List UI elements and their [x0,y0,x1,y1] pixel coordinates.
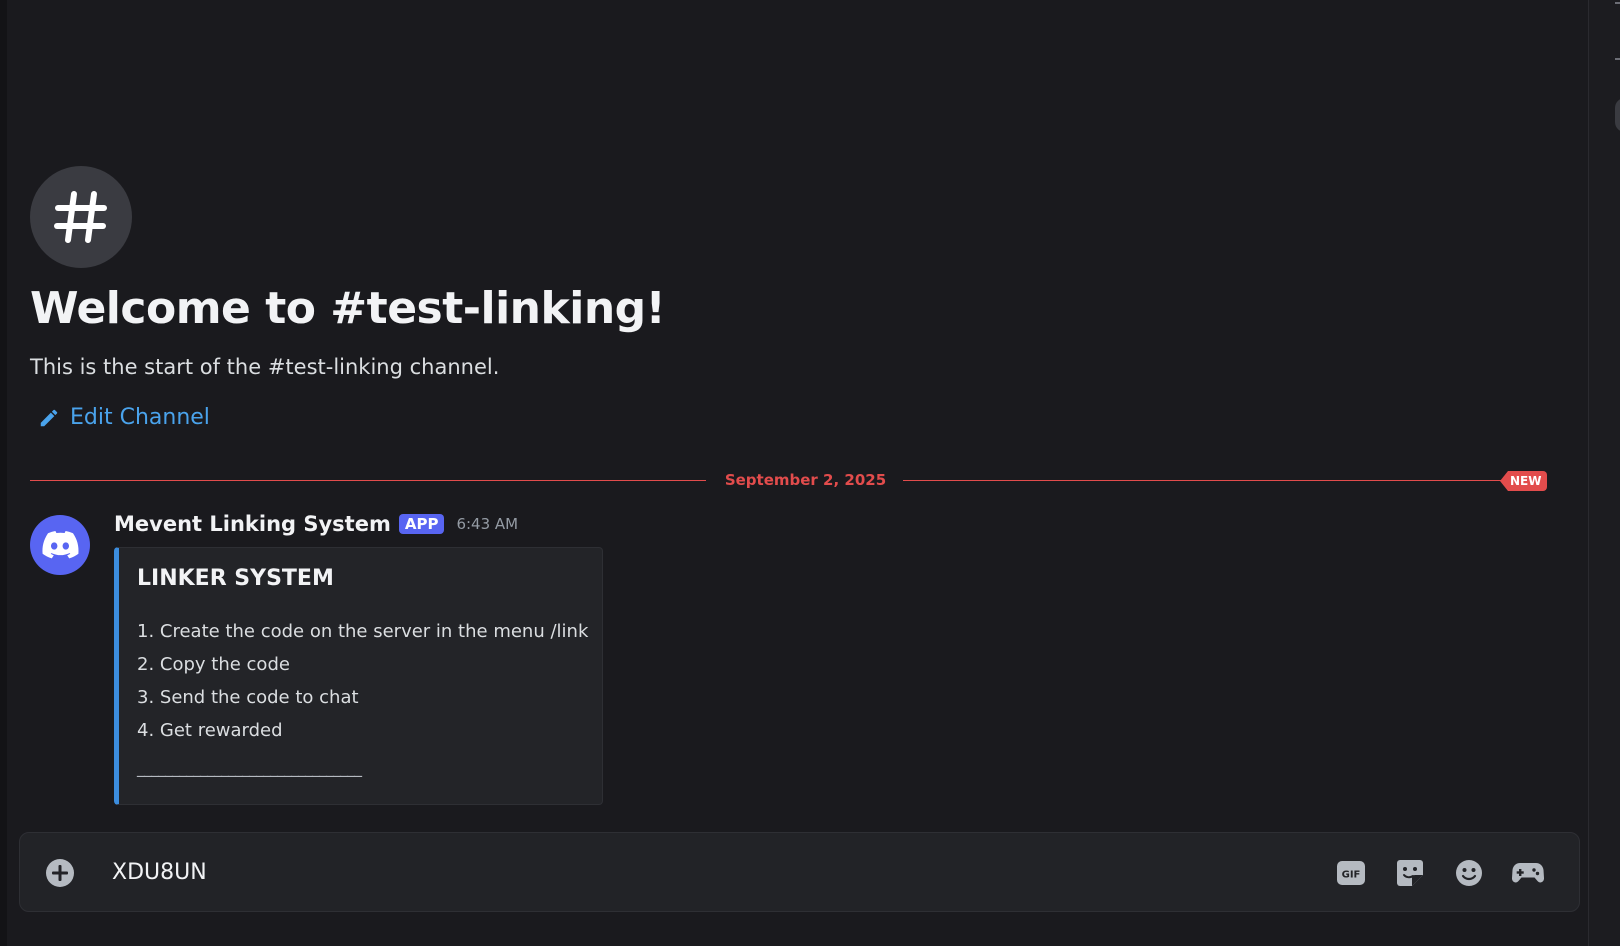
add-attachment-icon[interactable] [44,857,76,889]
emoji-icon[interactable] [1451,855,1487,891]
edit-channel-button[interactable]: Edit Channel [38,405,210,430]
right-panel [1588,0,1620,946]
embed-step: 1. Create the code on the server in the … [137,621,589,642]
message-header: Mevent Linking System APP 6:43 AM [114,512,518,536]
panel-tick [1615,58,1620,60]
left-edge [0,0,7,946]
embed-step: 4. Get rewarded [137,720,283,741]
channel-description: This is the start of the #test-linking c… [30,355,500,379]
pencil-icon [40,409,58,426]
edit-channel-label: Edit Channel [70,405,210,430]
scroll-handle[interactable] [1615,98,1620,132]
app-tag: APP [398,514,445,534]
divider-date: September 2, 2025 [724,471,887,489]
divider-line [903,480,1535,481]
panel-tick [1615,2,1620,4]
message-embed: LINKER SYSTEM 1. Create the code on the … [114,547,603,805]
new-messages-divider: September 2, 2025 NEW [30,470,1548,492]
message-input[interactable]: XDU8UN [112,857,1262,889]
embed-steps: 1. Create the code on the server in the … [137,615,588,747]
gif-icon[interactable]: GIF [1333,855,1369,891]
message-timestamp: 6:43 AM [456,515,519,533]
chat-window: Welcome to #test-linking! This is the st… [0,0,1620,946]
hashtag-icon [30,166,132,268]
avatar[interactable] [30,515,90,575]
divider-line [30,480,706,481]
embed-separator: ________________________________ [137,758,362,777]
message-composer: XDU8UN GIF [19,832,1580,912]
welcome-title: Welcome to #test-linking! [30,283,666,334]
sticker-icon[interactable] [1392,855,1428,891]
embed-step: 3. Send the code to chat [137,687,359,708]
new-badge: NEW [1500,471,1548,491]
discord-logo-icon [42,531,79,559]
message-author[interactable]: Mevent Linking System [114,512,391,536]
embed-step: 2. Copy the code [137,654,290,675]
activities-icon[interactable] [1510,855,1546,891]
svg-text:GIF: GIF [1342,870,1361,881]
embed-title: LINKER SYSTEM [137,566,334,591]
